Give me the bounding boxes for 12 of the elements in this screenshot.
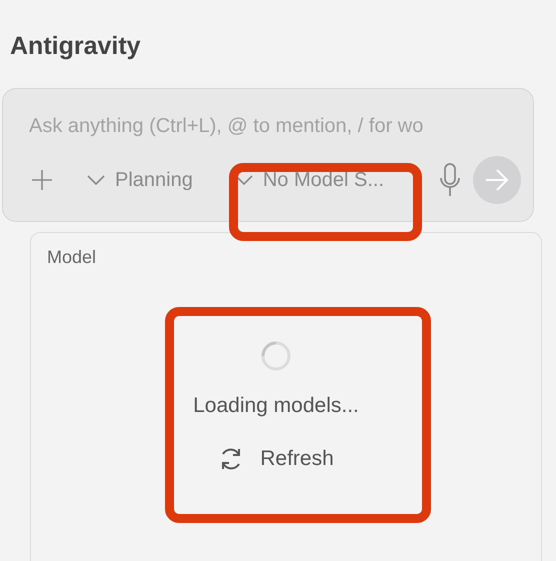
prompt-field[interactable]: Ask anything (Ctrl+L), @ to mention, / for wo Planning No Model S... (2, 88, 534, 222)
mode-dropdown[interactable]: Planning (81, 164, 199, 196)
panel-heading: Model (47, 247, 98, 268)
arrow-right-icon (485, 169, 509, 191)
send-button[interactable] (473, 156, 521, 204)
chevron-down-icon (87, 175, 105, 185)
loading-status: Loading models... (193, 394, 359, 418)
microphone-icon[interactable] (439, 163, 461, 197)
model-dropdown[interactable]: No Model S... (228, 164, 390, 196)
loading-spinner-icon (260, 340, 292, 372)
plus-icon[interactable] (31, 169, 53, 191)
refresh-button[interactable]: Refresh (214, 442, 338, 476)
